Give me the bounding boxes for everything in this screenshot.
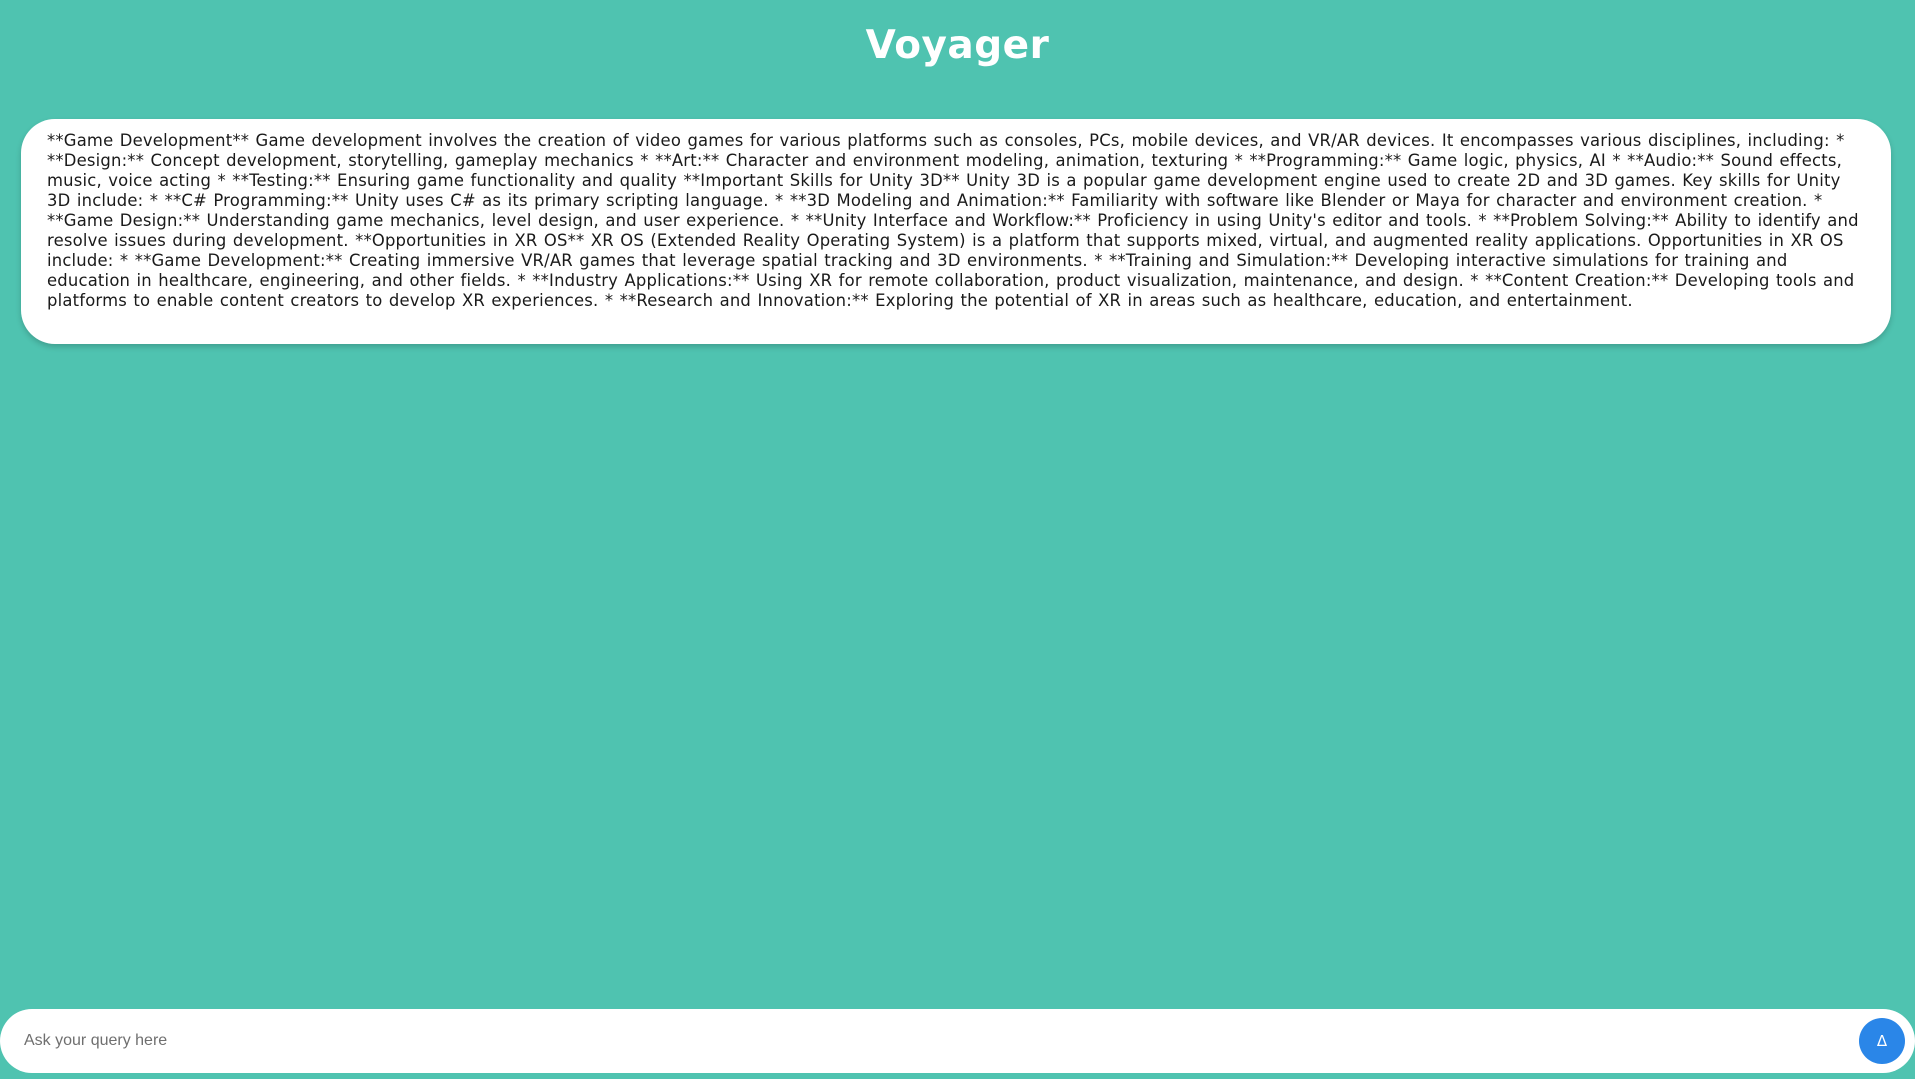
query-bar: Δ xyxy=(0,1009,1915,1073)
send-button[interactable]: Δ xyxy=(1859,1018,1905,1064)
response-text: **Game Development** Game development in… xyxy=(47,131,1859,310)
query-input[interactable] xyxy=(24,1009,1844,1073)
app-title: Voyager xyxy=(865,23,1050,68)
response-card: **Game Development** Game development in… xyxy=(21,119,1891,344)
send-icon: Δ xyxy=(1876,1031,1888,1050)
